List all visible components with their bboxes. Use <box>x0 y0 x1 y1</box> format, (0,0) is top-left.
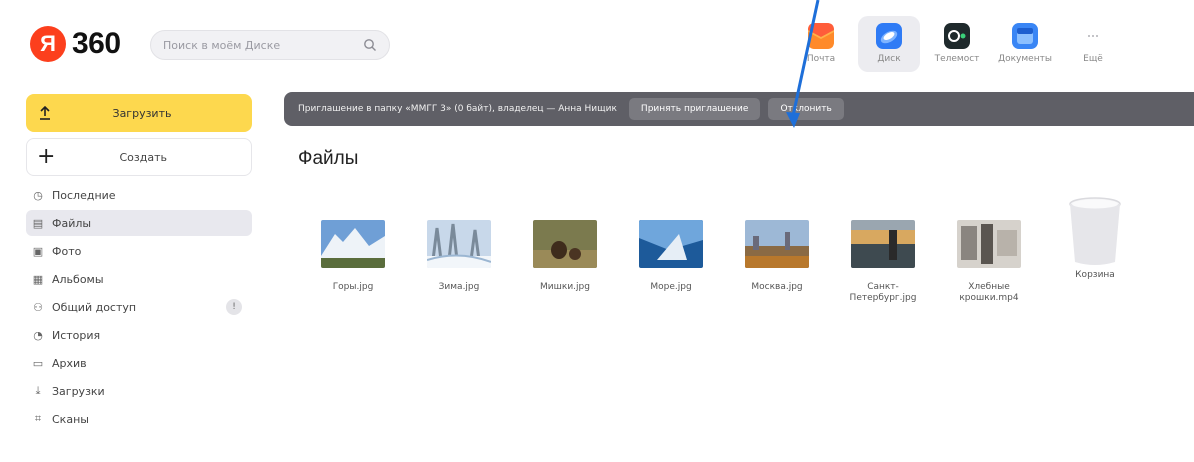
sidebar-item-label: Альбомы <box>52 272 104 286</box>
service-label: Почта <box>806 54 836 64</box>
sidebar-nav: ◷ Последние ▤ Файлы ▣ Фото ▦ Альбомы ⚇ О… <box>26 182 252 432</box>
service-telemost[interactable]: Телемост <box>926 16 988 72</box>
file-name: Море.jpg <box>650 282 692 292</box>
file-item-breadcrumbs-video[interactable]: Хлебные крошки.mp4 <box>936 200 1042 304</box>
service-label: Ещё <box>1083 54 1103 64</box>
scans-icon: ⌗ <box>34 412 42 425</box>
yandex-logo-icon: Я <box>30 26 66 62</box>
history-icon: ◔ <box>33 328 43 342</box>
sidebar-item-files[interactable]: ▤ Файлы <box>26 210 252 236</box>
file-icon: ▤ <box>32 216 44 230</box>
disk-icon <box>876 23 902 49</box>
yandex-360-logo[interactable]: Я 360 <box>30 26 121 62</box>
top-header: Я 360 Поиск в моём Диске Почта Диск Теле… <box>0 0 1194 84</box>
image-thumb <box>533 220 597 268</box>
file-name: Мишки.jpg <box>540 282 590 292</box>
plus-icon: + <box>37 144 56 169</box>
telemost-icon <box>944 23 970 49</box>
sidebar-item-photo[interactable]: ▣ Фото <box>26 238 252 264</box>
albums-icon: ▦ <box>32 272 44 286</box>
image-thumb <box>639 220 703 268</box>
service-mail[interactable]: Почта <box>790 16 852 72</box>
decline-invitation-button[interactable]: Отклонить <box>768 98 844 120</box>
sidebar-item-label: История <box>52 328 101 342</box>
file-name: Зима.jpg <box>438 282 480 292</box>
more-icon <box>1088 35 1098 37</box>
sidebar-item-archive[interactable]: ▭ Архив <box>26 350 252 376</box>
file-name: Хлебные крошки.mp4 <box>959 282 1019 303</box>
search-input[interactable]: Поиск в моём Диске <box>150 30 390 60</box>
upload-button[interactable]: Загрузить <box>26 94 252 132</box>
file-item-winter[interactable]: Зима.jpg <box>406 200 512 304</box>
service-label: Телемост <box>934 54 980 64</box>
service-label: Диск <box>877 54 901 64</box>
image-thumb <box>745 220 809 268</box>
sidebar-item-label: Файлы <box>52 216 92 230</box>
file-item-spb[interactable]: Санкт-Петербург.jpg <box>830 200 936 304</box>
documents-icon <box>1012 23 1038 49</box>
service-documents[interactable]: Документы <box>994 16 1056 72</box>
sidebar: Загрузить + Создать ◷ Последние ▤ Файлы … <box>26 92 252 434</box>
file-item-moscow[interactable]: Москва.jpg <box>724 200 830 304</box>
sidebar-item-label: Последние <box>52 188 116 202</box>
trash-icon <box>1069 197 1121 265</box>
sidebar-item-label: Общий доступ <box>52 300 137 314</box>
image-thumb <box>851 220 915 268</box>
accept-invitation-button[interactable]: Принять приглашение <box>628 98 761 120</box>
create-button[interactable]: + Создать <box>26 138 252 176</box>
sidebar-item-shared[interactable]: ⚇ Общий доступ ! <box>26 294 252 320</box>
photo-icon: ▣ <box>32 244 44 258</box>
invitation-text: Приглашение в папку «ММГГ 3» (0 байт), в… <box>298 104 617 114</box>
service-label: Документы <box>998 54 1052 64</box>
sidebar-item-label: Архив <box>52 356 87 370</box>
downloads-icon: ⤓ <box>35 384 41 397</box>
shared-icon: ⚇ <box>33 300 43 314</box>
clock-icon: ◷ <box>33 188 43 202</box>
file-item-mountains[interactable]: Горы.jpg <box>300 200 406 304</box>
page-title: Файлы <box>298 148 359 169</box>
file-name: Москва.jpg <box>751 282 803 292</box>
archive-icon: ▭ <box>32 356 44 370</box>
upload-icon <box>40 106 50 120</box>
search-icon[interactable] <box>363 38 377 52</box>
sidebar-item-label: Загрузки <box>52 384 105 398</box>
sidebar-item-recent[interactable]: ◷ Последние <box>26 182 252 208</box>
search-placeholder: Поиск в моём Диске <box>163 38 281 52</box>
upload-label: Загрузить <box>112 106 172 120</box>
image-thumb <box>321 220 385 268</box>
mail-icon <box>808 23 834 49</box>
file-item-bears[interactable]: Мишки.jpg <box>512 200 618 304</box>
file-grid: Горы.jpg Зима.jpg Мишки.jpg Море.jpg Мос… <box>300 197 1148 304</box>
create-label: Создать <box>119 150 167 164</box>
file-item-trash[interactable]: Корзина <box>1042 197 1148 304</box>
services-bar: Почта Диск Телемост Документы Ещё <box>790 16 1130 72</box>
service-disk[interactable]: Диск <box>858 16 920 72</box>
sidebar-item-albums[interactable]: ▦ Альбомы <box>26 266 252 292</box>
image-thumb <box>427 220 491 268</box>
sidebar-item-history[interactable]: ◔ История <box>26 322 252 348</box>
file-name: Корзина <box>1075 270 1115 280</box>
sidebar-item-downloads[interactable]: ⤓ Загрузки <box>26 378 252 404</box>
service-more[interactable]: Ещё <box>1062 16 1124 72</box>
file-item-sea[interactable]: Море.jpg <box>618 200 724 304</box>
logo-text: 360 <box>72 27 121 60</box>
sidebar-item-label: Сканы <box>52 412 89 426</box>
video-thumb <box>957 220 1021 268</box>
sidebar-item-label: Фото <box>52 244 82 258</box>
invitation-banner: Приглашение в папку «ММГГ 3» (0 байт), в… <box>284 92 1194 126</box>
file-name: Санкт-Петербург.jpg <box>849 282 917 303</box>
file-name: Горы.jpg <box>332 282 374 292</box>
notification-badge[interactable]: ! <box>226 299 242 315</box>
sidebar-item-scans[interactable]: ⌗ Сканы <box>26 406 252 432</box>
